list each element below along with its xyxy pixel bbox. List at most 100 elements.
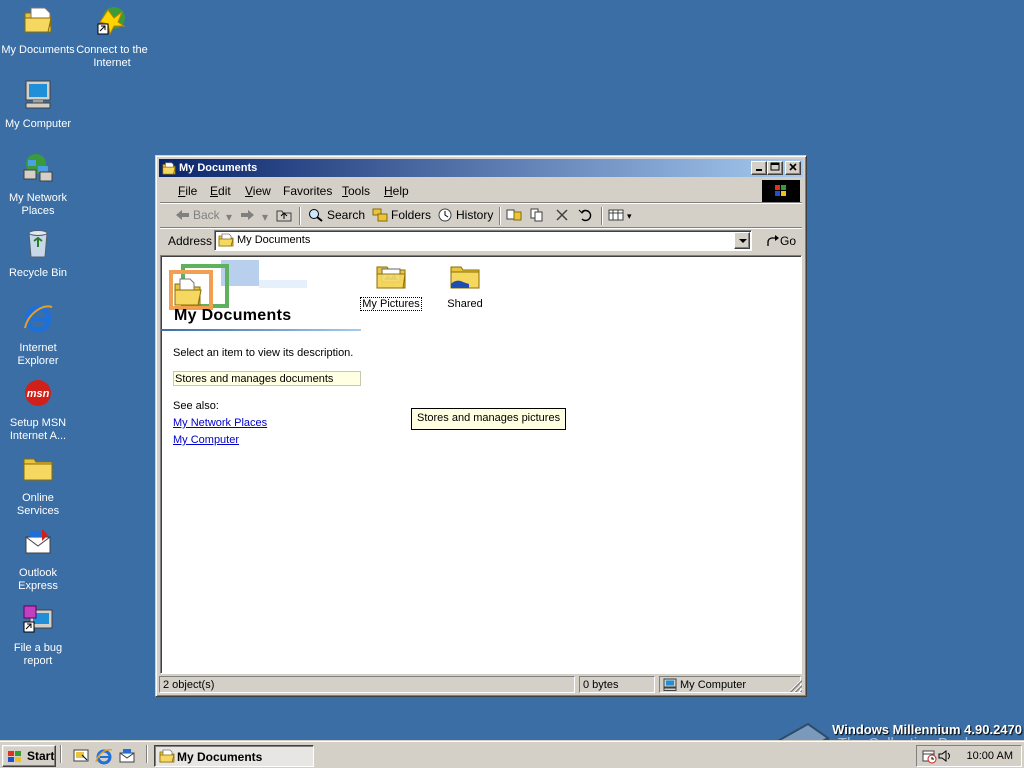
back-dropdown[interactable]: ▾ bbox=[226, 210, 232, 224]
folder-view[interactable]: My Documents Select an item to view its … bbox=[160, 255, 802, 674]
explorer-window[interactable]: My Documents File Edit View Favorites To… bbox=[155, 155, 807, 697]
bug-report-icon bbox=[23, 605, 53, 633]
go-arrow-icon bbox=[767, 235, 779, 246]
delete-button[interactable] bbox=[554, 208, 573, 222]
address-dropdown-button[interactable] bbox=[734, 232, 750, 249]
minimize-button[interactable] bbox=[751, 161, 767, 175]
desktop-icon-my-computer[interactable]: My Computer bbox=[0, 78, 76, 131]
address-input[interactable]: My Documents bbox=[214, 230, 752, 251]
description-text: Select an item to view its description. bbox=[173, 347, 354, 359]
menu-edit[interactable]: Edit bbox=[210, 184, 231, 198]
desktop-icon-outlook-express[interactable]: Outlook Express bbox=[0, 527, 76, 593]
close-button[interactable] bbox=[785, 161, 801, 175]
desktop-icon-internet-explorer[interactable]: Internet Explorer bbox=[0, 302, 76, 368]
move-to-button[interactable] bbox=[506, 208, 525, 222]
windows-flag-icon bbox=[8, 751, 21, 762]
back-button[interactable]: Back bbox=[174, 208, 220, 222]
menu-view[interactable]: View bbox=[245, 184, 271, 198]
history-label: History bbox=[456, 208, 494, 222]
desktop-icon-label: Recycle Bin bbox=[8, 267, 68, 279]
folders-icon bbox=[372, 208, 388, 222]
menu-tools[interactable]: Tools bbox=[342, 184, 370, 198]
history-button[interactable]: History bbox=[437, 208, 493, 222]
internet-explorer-icon[interactable] bbox=[95, 747, 113, 765]
taskbar-separator bbox=[146, 745, 148, 763]
my-documents-icon bbox=[24, 7, 52, 33]
desktop-icon-connect-internet[interactable]: Connect to the Internet bbox=[74, 4, 150, 70]
folders-label: Folders bbox=[391, 208, 432, 222]
desktop-icon-label: Setup MSN Internet A... bbox=[9, 417, 67, 442]
show-desktop-icon[interactable] bbox=[72, 747, 90, 765]
address-label: Address bbox=[168, 234, 213, 248]
folder-title-underline bbox=[161, 329, 361, 331]
desktop-icon-my-documents[interactable]: My Documents bbox=[0, 4, 76, 57]
forward-arrow-icon bbox=[241, 210, 254, 220]
folder-icon bbox=[23, 458, 53, 481]
tooltip: Stores and manages pictures bbox=[411, 408, 567, 430]
desktop-icon-label: My Documents bbox=[1, 44, 75, 56]
taskbar-separator bbox=[60, 745, 62, 763]
desktop-icon-recycle-bin[interactable]: Recycle Bin bbox=[0, 227, 76, 280]
toolbar-separator bbox=[601, 207, 603, 225]
taskbar-button-my-documents[interactable]: My Documents bbox=[154, 745, 314, 767]
internet-explorer-icon bbox=[24, 305, 53, 333]
forward-button[interactable] bbox=[240, 208, 259, 222]
my-documents-icon bbox=[218, 233, 234, 247]
desktop-icon-online-services[interactable]: Online Services bbox=[0, 452, 76, 518]
forward-dropdown[interactable]: ▾ bbox=[262, 210, 268, 224]
desktop-icon-network-places[interactable]: My Network Places bbox=[0, 152, 76, 218]
folder-title: My Documents bbox=[174, 307, 292, 324]
menu-favorites[interactable]: Favorites bbox=[283, 184, 332, 198]
folder-item-my-pictures[interactable]: My Pictures bbox=[359, 260, 423, 311]
views-button[interactable]: ▾ bbox=[608, 208, 632, 222]
status-zone-label: My Computer bbox=[680, 679, 747, 691]
views-icon bbox=[608, 209, 624, 221]
go-label: Go bbox=[779, 234, 796, 248]
system-tray: 10:00 AM bbox=[916, 745, 1022, 767]
maximize-button[interactable] bbox=[767, 161, 783, 175]
start-label: Start bbox=[27, 749, 55, 763]
delete-icon bbox=[556, 209, 568, 221]
menu-bar: File Edit View Favorites Tools Help bbox=[160, 180, 802, 202]
my-documents-icon bbox=[162, 162, 176, 175]
outlook-express-icon[interactable] bbox=[118, 747, 136, 765]
search-button[interactable]: Search bbox=[308, 208, 365, 222]
copy-to-icon bbox=[530, 208, 543, 222]
desktop-icon-label: My Computer bbox=[4, 118, 72, 130]
close-icon bbox=[789, 163, 797, 171]
toolbar-separator bbox=[299, 207, 301, 225]
desktop-icon-bug-report[interactable]: File a bug report bbox=[0, 602, 76, 668]
copy-to-button[interactable] bbox=[530, 208, 549, 222]
windows-flag-icon bbox=[775, 185, 786, 196]
folder-item-shared[interactable]: Shared bbox=[433, 260, 497, 310]
taskbar: Start My Documents 10:00 AM bbox=[0, 740, 1024, 768]
folder-item-label: Shared bbox=[447, 298, 483, 310]
undo-button[interactable] bbox=[578, 208, 597, 222]
start-button[interactable]: Start bbox=[2, 745, 56, 767]
windows-logo bbox=[762, 180, 800, 202]
menu-help[interactable]: Help bbox=[384, 184, 409, 198]
info-box: Stores and manages documents bbox=[173, 371, 361, 386]
link-my-network-places[interactable]: My Network Places bbox=[173, 417, 267, 429]
clock[interactable]: 10:00 AM bbox=[967, 750, 1013, 762]
taskbar-button-label: My Documents bbox=[177, 750, 263, 764]
toolbar-separator bbox=[499, 207, 501, 225]
resize-grip[interactable] bbox=[790, 680, 802, 692]
search-label: Search bbox=[327, 208, 366, 222]
standard-toolbar: Back ▾ ▾ Search Folders History ▾ bbox=[160, 204, 802, 228]
link-my-computer[interactable]: My Computer bbox=[173, 434, 239, 446]
outlook-express-icon bbox=[25, 529, 51, 554]
desktop-icon-msn[interactable]: msn Setup MSN Internet A... bbox=[0, 377, 76, 443]
msn-logo-text: msn bbox=[27, 388, 50, 400]
my-computer-icon bbox=[663, 678, 677, 691]
go-button[interactable]: Go bbox=[766, 234, 796, 248]
desktop-icon-label: Outlook Express bbox=[18, 567, 58, 592]
menu-file[interactable]: File bbox=[178, 184, 197, 198]
volume-tray-icon[interactable] bbox=[937, 748, 953, 764]
up-button[interactable] bbox=[276, 208, 295, 222]
scheduler-tray-icon[interactable] bbox=[921, 748, 937, 764]
network-places-icon bbox=[23, 154, 53, 182]
title-bar[interactable]: My Documents bbox=[159, 159, 803, 177]
desktop-icon-label: File a bug report bbox=[13, 642, 63, 667]
folders-button[interactable]: Folders bbox=[372, 208, 431, 222]
